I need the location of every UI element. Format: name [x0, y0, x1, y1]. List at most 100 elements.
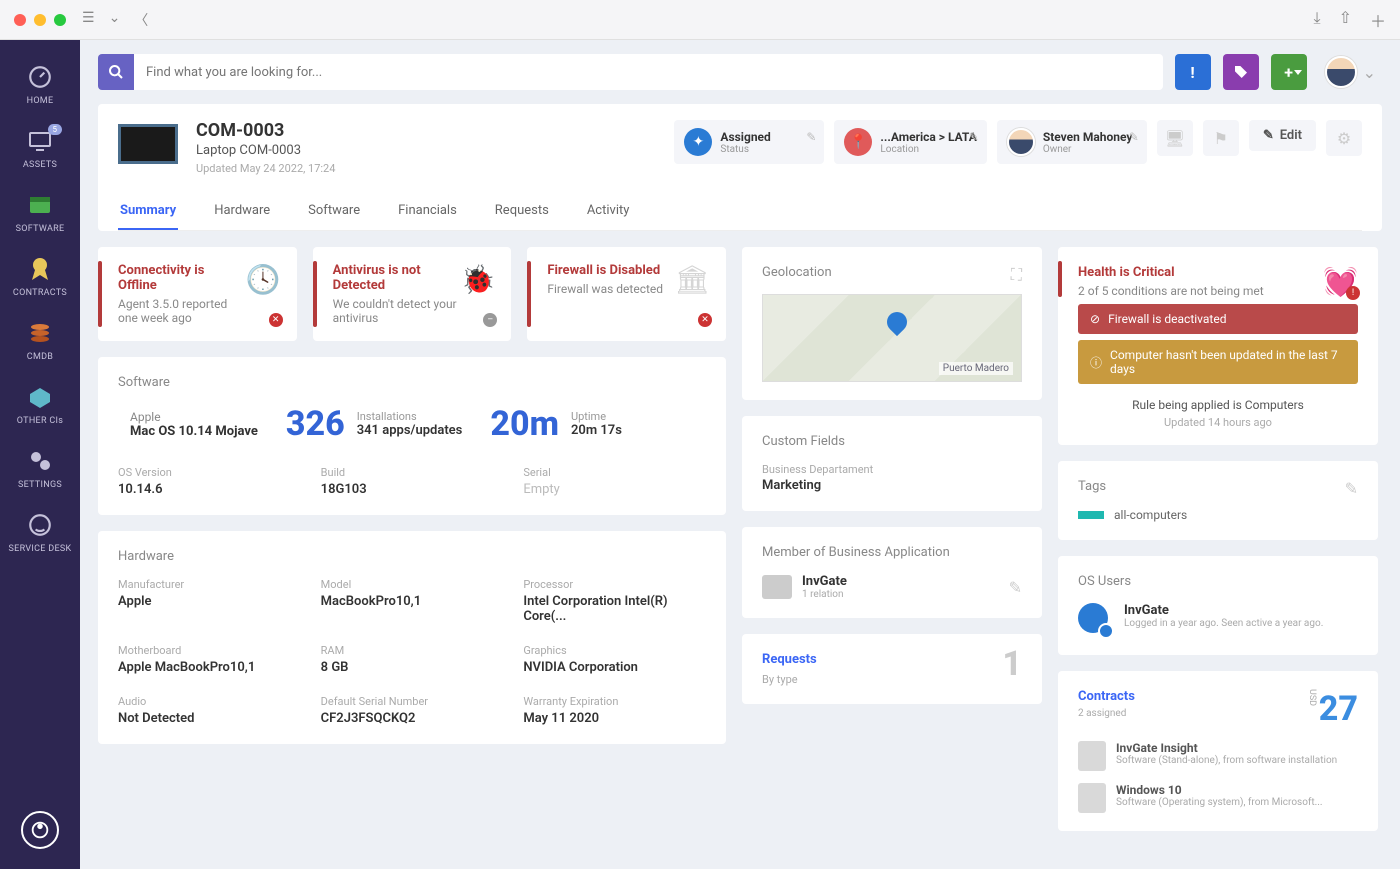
- card-heading: Hardware: [118, 549, 706, 564]
- hw-item: GraphicsNVIDIA Corporation: [523, 644, 706, 675]
- requests-card: 1 Requests By type: [742, 634, 1042, 704]
- sidebar-label: SETTINGS: [0, 480, 80, 490]
- brand-logo[interactable]: [21, 811, 59, 849]
- edit-button[interactable]: ✎ Edit: [1249, 120, 1316, 151]
- sidebar-item-service-desk[interactable]: SERVICE DESK: [0, 500, 80, 564]
- box-icon: [27, 384, 53, 410]
- kv-value: Not Detected: [118, 711, 301, 726]
- kv-value: MacBookPro10,1: [321, 594, 504, 609]
- minimize-window[interactable]: [34, 14, 46, 26]
- tab-activity[interactable]: Activity: [585, 193, 632, 230]
- sidebar-item-other-cis[interactable]: OTHER CIs: [0, 372, 80, 436]
- assets-badge: 5: [48, 124, 63, 135]
- sidebar-item-software[interactable]: SOFTWARE: [0, 180, 80, 244]
- contracts-assigned: 2 assigned: [1078, 708, 1135, 719]
- info-icon: ⓘ: [1090, 354, 1102, 371]
- tab-hardware[interactable]: Hardware: [212, 193, 272, 230]
- owner-card[interactable]: Steven Mahoney Owner ✎: [997, 120, 1147, 164]
- health-msg-text: Firewall is deactivated: [1108, 312, 1226, 326]
- tag-label[interactable]: all-computers: [1114, 508, 1187, 522]
- monitor-action-icon[interactable]: 🖥: [1157, 120, 1193, 156]
- sidebar-toggle-icon[interactable]: ☰: [82, 10, 95, 30]
- new-tab-icon[interactable]: ＋: [1370, 8, 1386, 32]
- tab-software[interactable]: Software: [306, 193, 362, 230]
- tab-summary[interactable]: Summary: [118, 193, 178, 230]
- location-card[interactable]: 📍 ...America > LATA Location ✎: [834, 120, 986, 164]
- tag-button[interactable]: [1223, 54, 1259, 90]
- card-heading: Geolocation: [762, 265, 1022, 280]
- garage-icon: 🏛✕: [674, 263, 710, 325]
- status-card[interactable]: ✦ Assigned Status ✎: [674, 120, 824, 164]
- kv-key: Processor: [523, 578, 706, 591]
- expand-icon[interactable]: ⛶: [1011, 265, 1022, 285]
- sidebar-label: CMDB: [0, 352, 80, 362]
- user-menu[interactable]: ⌄: [1319, 56, 1382, 88]
- alert-firewall[interactable]: Firewall is Disabled Firewall was detect…: [527, 247, 726, 341]
- contract-item[interactable]: Windows 10 Software (Operating system), …: [1078, 783, 1358, 813]
- sidebar-item-contracts[interactable]: CONTRACTS: [0, 244, 80, 308]
- share-icon[interactable]: ⇧: [1339, 8, 1352, 32]
- hw-item: Warranty ExpirationMay 11 2020: [523, 695, 706, 726]
- flag-action-icon[interactable]: ⚑: [1203, 120, 1239, 156]
- zoom-window[interactable]: [54, 14, 66, 26]
- edit-label: Edit: [1280, 128, 1302, 143]
- kv-value: CF2J3FSQCKQ2: [321, 711, 504, 726]
- kv-value: 18G103: [321, 482, 504, 497]
- location-label: Location: [880, 144, 976, 155]
- error-icon: ⊘: [1090, 312, 1100, 326]
- health-rule: Rule being applied is Computers: [1078, 398, 1358, 412]
- search-input[interactable]: [134, 54, 1163, 90]
- os-name: Mac OS 10.14 Mojave: [130, 424, 258, 439]
- window-icon: [27, 192, 53, 218]
- edit-icon[interactable]: ✎: [806, 130, 816, 144]
- sidebar-item-assets[interactable]: 5 ASSETS: [0, 116, 80, 180]
- contract-item[interactable]: InvGate Insight Software (Stand-alone), …: [1078, 741, 1358, 771]
- headset-icon: [27, 512, 53, 538]
- kv-value: Apple MacBookPro10,1: [118, 660, 301, 675]
- currency-label: USD: [1307, 689, 1317, 706]
- tab-financials[interactable]: Financials: [396, 193, 459, 230]
- sidebar-item-settings[interactable]: SETTINGS: [0, 436, 80, 500]
- alert-antivirus[interactable]: Antivirus is not Detected We couldn't de…: [313, 247, 512, 341]
- download-icon[interactable]: ⤓: [1314, 8, 1321, 32]
- owner-label: Owner: [1043, 144, 1133, 155]
- sidebar-item-home[interactable]: HOME: [0, 52, 80, 116]
- stat-value: 341 apps/updates: [357, 423, 463, 438]
- hw-item: ManufacturerApple: [118, 578, 301, 624]
- alert-connectivity[interactable]: Connectivity is Offline Agent 3.5.0 repo…: [98, 247, 297, 341]
- edit-icon[interactable]: ✎: [969, 130, 979, 144]
- health-card: Health is Critical 2 of 5 conditions are…: [1058, 247, 1378, 445]
- map[interactable]: Puerto Madero: [762, 294, 1022, 382]
- close-window[interactable]: [14, 14, 26, 26]
- search-button[interactable]: [98, 54, 134, 90]
- business-app-card: Member of Business Application InvGate 1…: [742, 527, 1042, 618]
- contracts-link[interactable]: Contracts: [1078, 689, 1135, 704]
- heartbeat-icon: 💓!: [1323, 265, 1358, 298]
- location-icon: 📍: [844, 128, 872, 156]
- kv-key: RAM: [321, 644, 504, 657]
- chevron-down-icon[interactable]: ⌄: [109, 10, 121, 30]
- asset-name: Laptop COM-0003: [196, 143, 335, 158]
- back-icon[interactable]: 〈: [134, 10, 148, 30]
- stack-icon: [27, 320, 53, 346]
- cf-value: Marketing: [762, 478, 1022, 493]
- add-button[interactable]: +: [1271, 54, 1307, 90]
- settings-action-icon[interactable]: ⚙: [1326, 120, 1362, 156]
- edit-icon[interactable]: ✎: [1009, 578, 1022, 597]
- kv-key: OS Version: [118, 466, 301, 479]
- edit-icon[interactable]: ✎: [1345, 479, 1358, 498]
- sidebar-item-cmdb[interactable]: CMDB: [0, 308, 80, 372]
- bug-icon: 🐞–: [460, 263, 495, 325]
- alert-sub: We couldn't detect your antivirus: [333, 297, 461, 325]
- topbar: ! + ⌄: [80, 40, 1400, 90]
- traffic-lights: [14, 14, 66, 26]
- health-msg-text: Computer hasn't been updated in the last…: [1110, 348, 1346, 376]
- os-vendor: Apple: [130, 410, 258, 424]
- tab-requests[interactable]: Requests: [493, 193, 551, 230]
- requests-title[interactable]: Requests: [762, 652, 1022, 667]
- info-button[interactable]: !: [1175, 54, 1211, 90]
- edit-icon[interactable]: ✎: [1129, 130, 1139, 144]
- ribbon-icon: [27, 256, 53, 282]
- uptime-number: 20m: [490, 404, 559, 444]
- status-label: Status: [720, 144, 770, 155]
